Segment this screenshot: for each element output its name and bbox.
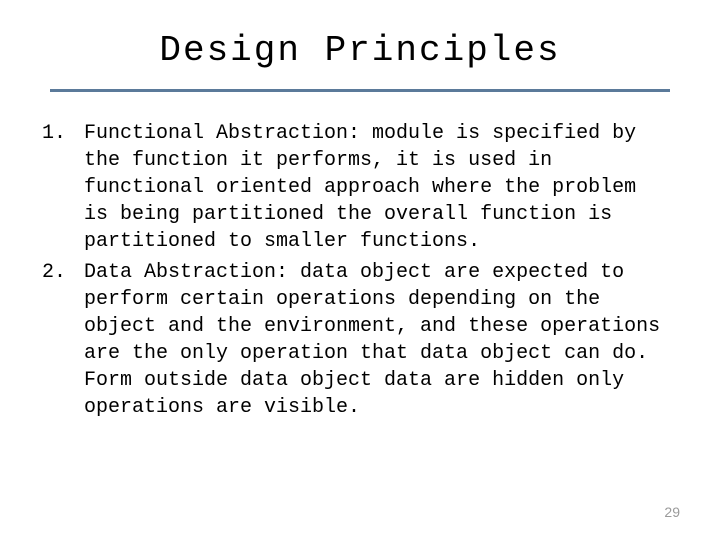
principles-list: Functional Abstraction: module is specif… <box>50 120 670 421</box>
page-number: 29 <box>664 504 680 520</box>
title-divider <box>50 89 670 92</box>
slide-title: Design Principles <box>50 30 670 71</box>
slide: Design Principles Functional Abstraction… <box>0 0 720 540</box>
list-item: Data Abstraction: data object are expect… <box>78 259 670 421</box>
list-item: Functional Abstraction: module is specif… <box>78 120 670 255</box>
